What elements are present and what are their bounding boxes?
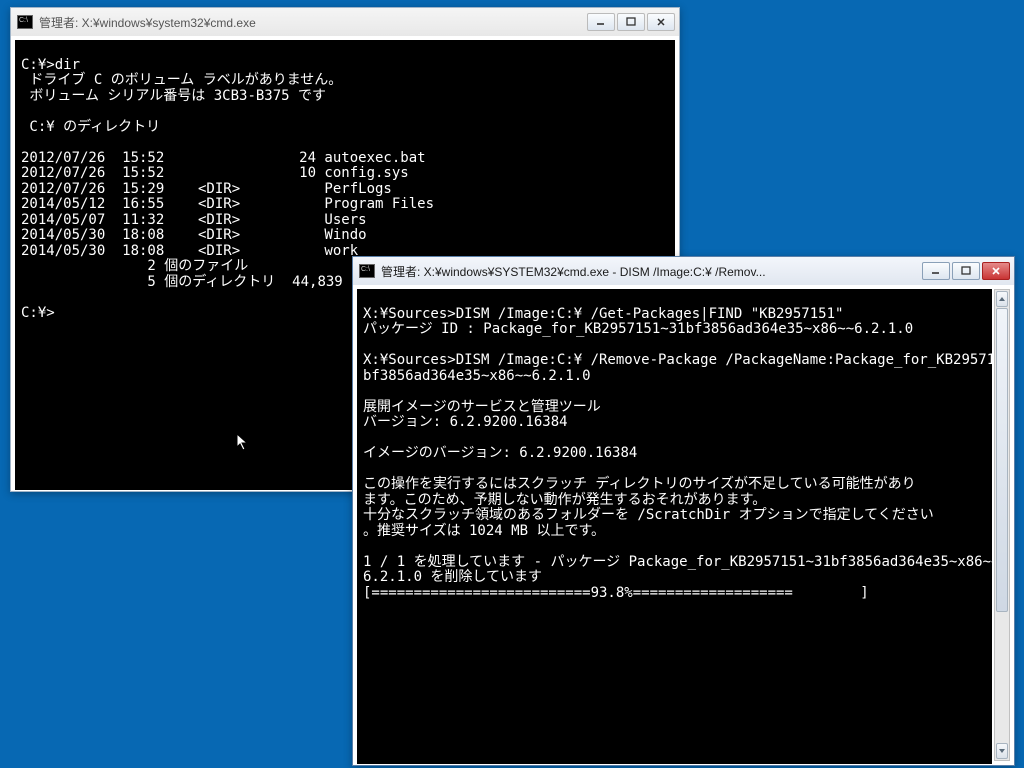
cmd-window-dism[interactable]: C:\ 管理者: X:¥windows¥SYSTEM32¥cmd.exe - D… [352,256,1015,766]
mouse-cursor-icon [236,433,250,453]
scroll-track[interactable] [995,308,1009,742]
minimize-button[interactable] [587,13,615,31]
terminal-output[interactable]: X:¥Sources>DISM /Image:C:¥ /Get-Packages… [357,289,992,764]
scroll-down-button[interactable] [996,743,1008,759]
scroll-up-button[interactable] [996,291,1008,307]
titlebar[interactable]: C:\ 管理者: X:¥windows¥system32¥cmd.exe [11,8,679,36]
vertical-scrollbar[interactable] [994,289,1010,761]
scroll-thumb[interactable] [996,308,1008,612]
window-title: 管理者: X:¥windows¥SYSTEM32¥cmd.exe - DISM … [381,263,922,280]
close-button[interactable] [982,262,1010,280]
maximize-button[interactable] [952,262,980,280]
window-title: 管理者: X:¥windows¥system32¥cmd.exe [39,14,587,31]
window-controls [587,13,675,31]
cmd-icon: C:\ [359,264,375,278]
maximize-button[interactable] [617,13,645,31]
titlebar[interactable]: C:\ 管理者: X:¥windows¥SYSTEM32¥cmd.exe - D… [353,257,1014,285]
minimize-button[interactable] [922,262,950,280]
close-button[interactable] [647,13,675,31]
window-controls [922,262,1010,280]
cmd-icon: C:\ [17,15,33,29]
